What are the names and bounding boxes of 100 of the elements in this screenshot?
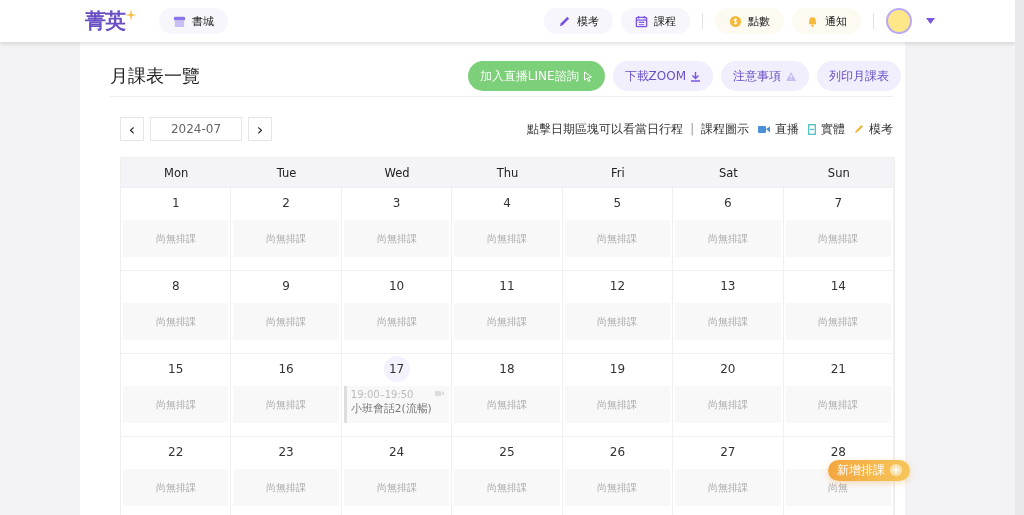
no-course-label: 尚無排課 <box>266 231 307 246</box>
date-number: 16 <box>277 361 295 378</box>
no-course-label: 尚無排課 <box>597 397 638 412</box>
video-camera-icon <box>758 124 770 134</box>
date-number: 24 <box>387 444 406 461</box>
download-icon <box>690 70 701 82</box>
day-cell[interactable]: 16 尚無排課 <box>231 353 342 436</box>
no-course-label: 尚無排課 <box>818 231 859 246</box>
no-course-label: 尚無排課 <box>266 480 307 495</box>
hint-text: 點擊日期區塊可以看當日行程 <box>527 121 684 137</box>
day-cell[interactable]: 5 尚無排課 <box>562 187 674 270</box>
day-cell[interactable]: 15 尚無排課 <box>121 353 232 436</box>
nav-link[interactable]: 書城 <box>159 8 228 34</box>
day-cell[interactable]: 11 尚無排課 <box>452 270 563 353</box>
avatar[interactable] <box>886 8 912 34</box>
legend-caption: 課程圖示 <box>701 121 749 137</box>
no-course-label: 尚無排課 <box>155 480 196 495</box>
date-number: 10 <box>387 278 406 295</box>
month-field[interactable]: 2024-07 <box>150 117 242 141</box>
day-cell[interactable]: 3 尚無排課 <box>341 187 453 270</box>
weekday-header: Wed <box>341 158 453 187</box>
day-cell[interactable]: 27 尚無排課 <box>673 436 784 515</box>
action-button[interactable]: 列印月課表 <box>817 61 901 91</box>
plus-icon <box>890 464 902 476</box>
no-course-label: 尚無排課 <box>818 397 859 412</box>
next-month-button[interactable]: › <box>248 117 272 141</box>
logo[interactable]: 菁英 <box>85 7 125 35</box>
bell-icon <box>806 14 819 28</box>
course-event[interactable]: 19:00–19:50 小班會話2(流暢) <box>343 386 450 423</box>
warning-icon <box>785 70 797 82</box>
calendar-icon <box>635 14 648 28</box>
sparkle-icon <box>125 9 137 21</box>
day-cell[interactable]: 21 尚無排課 <box>783 353 894 436</box>
day-cell[interactable]: 14 尚無排課 <box>783 270 894 353</box>
action-button[interactable]: 注意事項 <box>721 61 809 91</box>
day-cell[interactable]: 12 尚無排課 <box>562 270 674 353</box>
date-number: 19 <box>608 361 627 378</box>
day-cell[interactable]: 10 尚無排課 <box>341 270 453 353</box>
no-course-label: 尚無 <box>828 480 849 495</box>
day-cell[interactable]: 2 尚無排課 <box>231 187 342 270</box>
weekday-header: Tue <box>231 158 342 187</box>
date-number: 2 <box>281 195 291 212</box>
date-number: 12 <box>608 278 627 295</box>
day-cell[interactable]: 23 尚無排課 <box>231 436 342 515</box>
day-cell[interactable]: 25 尚無排課 <box>452 436 563 515</box>
page-title: 月課表一覽 <box>110 64 200 88</box>
date-number: 15 <box>167 361 185 378</box>
no-course-label: 尚無排課 <box>487 480 527 495</box>
no-course-label: 尚無排課 <box>707 231 748 246</box>
building-icon <box>808 123 816 135</box>
video-camera-icon <box>435 390 445 397</box>
no-course-label: 尚無排課 <box>155 231 196 246</box>
day-cell[interactable]: 24 尚無排課 <box>341 436 453 515</box>
date-number: 3 <box>391 195 402 212</box>
coin-icon <box>729 14 742 28</box>
nav-link[interactable]: 點數 <box>715 8 784 34</box>
day-cell[interactable]: 1 尚無排課 <box>121 187 232 270</box>
action-button[interactable]: 下載ZOOM <box>612 61 713 91</box>
day-cell[interactable]: 17 19:00–19:50 小班會話2(流暢) <box>341 353 453 436</box>
date-number: 20 <box>719 361 737 378</box>
weekday-header: Thu <box>452 158 563 187</box>
no-course-label: 尚無排課 <box>266 314 307 329</box>
day-cell[interactable]: 20 尚無排課 <box>673 353 784 436</box>
day-cell[interactable]: 8 尚無排課 <box>121 270 232 353</box>
nav-link[interactable]: 通知 <box>792 8 861 34</box>
date-number: 14 <box>829 278 847 295</box>
scrollbar[interactable] <box>1015 0 1024 515</box>
date-number: 5 <box>612 195 623 212</box>
previous-month-button[interactable]: ‹ <box>120 117 144 141</box>
no-course-label: 尚無排課 <box>597 314 638 329</box>
no-course-label: 尚無排課 <box>597 231 638 246</box>
no-course-label: 尚無排課 <box>487 314 527 329</box>
event-time: 19:00–19:50 <box>350 389 414 400</box>
nav-link[interactable]: 課程 <box>621 8 690 34</box>
caret-icon[interactable] <box>926 18 935 24</box>
no-course-label: 尚無排課 <box>376 314 417 329</box>
no-course-label: 尚無排課 <box>376 480 417 495</box>
nav-link[interactable]: 模考 <box>544 8 613 34</box>
date-number: 22 <box>167 444 185 461</box>
day-cell[interactable]: 13 尚無排課 <box>673 270 784 353</box>
no-course-label: 尚無排課 <box>266 397 307 412</box>
day-cell[interactable]: 26 尚無排課 <box>562 436 674 515</box>
day-cell[interactable]: 6 尚無排課 <box>673 187 784 270</box>
legend-label: 實體 <box>821 121 845 137</box>
date-number: 13 <box>719 278 737 295</box>
day-cell[interactable]: 9 尚無排課 <box>231 270 342 353</box>
no-course-label: 尚無排課 <box>707 397 748 412</box>
day-cell[interactable]: 19 尚無排課 <box>562 353 674 436</box>
date-number: 4 <box>502 195 512 212</box>
store-icon <box>173 14 186 28</box>
event-title: 小班會話2(流暢) <box>350 402 433 416</box>
weekday-header: Mon <box>121 158 232 187</box>
cursor-icon <box>582 70 593 82</box>
weekday-header: Sat <box>673 158 784 187</box>
date-number: 11 <box>498 278 516 295</box>
day-cell[interactable]: 4 尚無排課 <box>452 187 563 270</box>
day-cell[interactable]: 22 尚無排課 <box>121 436 232 515</box>
day-cell[interactable]: 18 尚無排課 <box>452 353 563 436</box>
weekday-header: Fri <box>562 158 674 187</box>
day-cell[interactable]: 7 尚無排課 <box>783 187 894 270</box>
